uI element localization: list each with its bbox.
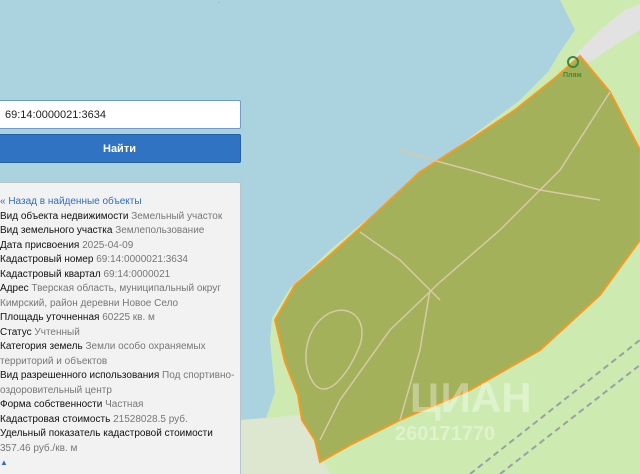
attribute-value: 357.46 руб./кв. м — [0, 442, 78, 454]
attribute-value: 21528028.5 руб. — [113, 413, 188, 425]
attribute-key: Форма собственности — [0, 399, 103, 410]
attribute-row: Форма собственности Частная — [0, 398, 240, 413]
back-to-results-link[interactable]: « Назад в найденные объекты — [0, 195, 240, 210]
attribute-row: Категория земель Земли особо охраняемых … — [0, 340, 240, 369]
attribute-key: Кадастровая стоимость — [0, 413, 111, 425]
attribute-row: Вид объекта недвижимости Земельный участ… — [0, 210, 240, 225]
attribute-key: Вид земельного участка — [0, 225, 113, 236]
attribute-value: 69:14:0000021:3634 — [96, 254, 188, 265]
cadastral-search-input[interactable] — [0, 100, 241, 129]
attribute-value: Учтенный — [34, 326, 80, 338]
attribute-row: Дата присвоения 2025-04-09 — [0, 239, 240, 254]
attribute-key: Вид объекта недвижимости — [0, 210, 129, 222]
attribute-key: Адрес — [0, 283, 29, 294]
attribute-row: Вид земельного участка Землепользование — [0, 224, 240, 239]
attribute-row: Площадь уточненная 60225 кв. м — [0, 311, 240, 326]
attribute-row: Кадастровый квартал 69:14:0000021 — [0, 268, 240, 283]
info-panel: « Назад в найденные объекты Вид объекта … — [0, 182, 241, 474]
attribute-key: Удельный показатель кадастровой стоимост… — [0, 428, 213, 439]
attribute-row: Адрес Тверская область, муниципальный ок… — [0, 282, 240, 311]
attribute-value: Землепользование — [115, 225, 205, 236]
attribute-value: 60225 кв. м — [102, 312, 155, 323]
attribute-key: Кадастровый квартал — [0, 268, 101, 280]
attribute-key: Вид разрешенного использования — [0, 370, 160, 381]
watermark-brand: ЦИАН — [410, 374, 532, 421]
attributes-list: Вид объекта недвижимости Земельный участ… — [0, 210, 240, 457]
attribute-key: Статус — [0, 326, 32, 338]
watermark-code: 260171770 — [395, 423, 495, 445]
attribute-key: Площадь уточненная — [0, 312, 100, 323]
attribute-row: Кадастровый номер 69:14:0000021:3634 — [0, 253, 240, 268]
attribute-value: Частная — [105, 399, 144, 410]
attribute-key: Дата присвоения — [0, 239, 80, 251]
attribute-value: Земельный участок — [131, 210, 223, 222]
attribute-row: Статус Учтенный — [0, 326, 240, 341]
attribute-value: 2025-04-09 — [82, 239, 134, 251]
attribute-key: Категория земель — [0, 341, 83, 352]
map-dot-marker: · — [218, 0, 220, 6]
scroll-up-icon[interactable]: ▲ — [0, 456, 240, 471]
attribute-key: Кадастровый номер — [0, 254, 94, 265]
attribute-value: 69:14:0000021 — [103, 268, 171, 280]
attribute-row: Вид разрешенного использования Под спорт… — [0, 369, 240, 398]
attribute-row: Кадастровая стоимость 21528028.5 руб. — [0, 413, 240, 428]
attribute-row: Удельный показатель кадастровой стоимост… — [0, 427, 240, 456]
poi-beach-label: Пляж — [563, 72, 583, 79]
search-button[interactable]: Найти — [0, 134, 241, 163]
attribute-value: Тверская область, муниципальный округ Ки… — [0, 283, 221, 309]
